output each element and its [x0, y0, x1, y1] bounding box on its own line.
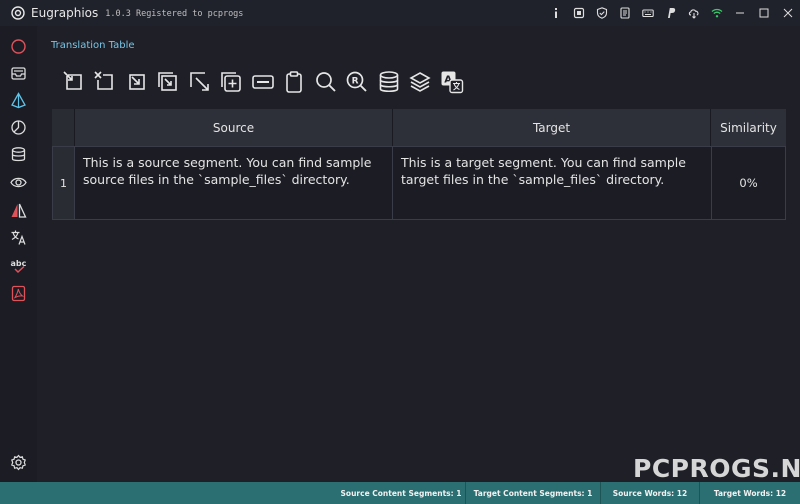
new-file-icon: [63, 71, 82, 90]
search-replace-icon: R: [346, 71, 367, 92]
translate-button[interactable]: A: [436, 67, 468, 97]
translate-icon: A: [441, 71, 463, 94]
database-button[interactable]: [373, 67, 405, 97]
sidebar-item-compare[interactable]: [0, 197, 37, 223]
document-icon[interactable]: [613, 0, 636, 26]
wifi-icon[interactable]: [705, 0, 728, 26]
status-bar: Source Content Segments: 1 Target Conten…: [0, 482, 800, 504]
export-button[interactable]: [184, 67, 216, 97]
settings-icon: [11, 454, 26, 470]
maximize-icon: [759, 8, 769, 18]
chart-pie-icon: [11, 119, 26, 135]
shield-check-icon[interactable]: [590, 0, 613, 26]
search-button[interactable]: [310, 67, 342, 97]
similarity-cell: 0%: [711, 146, 786, 220]
import-button[interactable]: [121, 67, 153, 97]
close-file-icon: [94, 71, 114, 90]
section-title: Translation Table: [51, 40, 135, 51]
target-cell[interactable]: This is a target segment. You can find s…: [392, 146, 712, 220]
sidebar-item-preview[interactable]: [0, 169, 37, 195]
sidebar-item-home[interactable]: [0, 33, 37, 59]
search-replace-button[interactable]: R: [342, 67, 374, 97]
app-title: Eugraphios: [31, 6, 99, 20]
app-logo-icon: [11, 6, 25, 20]
status-source-segments: Source Content Segments: 1: [340, 488, 462, 498]
sidebar-item-inbox[interactable]: [0, 60, 37, 86]
sidebar: abc: [0, 26, 37, 482]
paypal-icon[interactable]: [659, 0, 682, 26]
close-file-button[interactable]: [90, 67, 122, 97]
column-header-source[interactable]: Source: [75, 109, 393, 146]
add-segment-button[interactable]: [216, 67, 248, 97]
layers-icon: [409, 72, 431, 92]
merge-icon: [251, 75, 274, 89]
row-number-header: [52, 109, 75, 146]
sidebar-item-database[interactable]: [0, 141, 37, 167]
svg-text:abc: abc: [11, 259, 27, 268]
main-panel: Translation Table R A Source Target Simi…: [37, 26, 800, 482]
row-number: 1: [52, 146, 75, 220]
clipboard-button[interactable]: [279, 67, 311, 97]
inbox-icon: [11, 66, 26, 80]
minimize-icon: [736, 12, 744, 14]
status-target-words: Target Words: 12: [699, 482, 800, 504]
cloud-download-icon[interactable]: [682, 0, 705, 26]
translate-icon: [11, 230, 26, 245]
add-segment-icon: [221, 72, 242, 92]
sidebar-item-settings[interactable]: [0, 449, 37, 475]
sidebar-item-pdf[interactable]: [0, 280, 37, 306]
close-button[interactable]: [776, 0, 800, 26]
toolbar: R A: [58, 67, 468, 97]
table-row[interactable]: 1 This is a source segment. You can find…: [52, 146, 786, 220]
column-header-similarity[interactable]: Similarity: [711, 109, 786, 146]
maximize-button[interactable]: [752, 0, 776, 26]
watermark-text: PCPROGS.NET: [633, 454, 800, 483]
close-icon: [783, 8, 793, 18]
keyboard-icon[interactable]: [636, 0, 659, 26]
database-icon: [11, 146, 26, 161]
prism-icon: [11, 91, 26, 108]
source-cell[interactable]: This is a source segment. You can find s…: [74, 146, 394, 220]
column-header-target[interactable]: Target: [393, 109, 711, 146]
spellcheck-icon: abc: [11, 259, 27, 273]
eye-icon: [10, 177, 27, 187]
info-icon[interactable]: [544, 0, 567, 26]
new-file-button[interactable]: [58, 67, 90, 97]
minimize-button[interactable]: [728, 0, 752, 26]
export-icon: [189, 72, 209, 91]
clipboard-icon: [286, 71, 303, 93]
search-icon: [315, 72, 336, 92]
title-bar: Eugraphios 1.0.3 Registered to pcprogs: [0, 0, 800, 26]
sidebar-item-spellcheck[interactable]: abc: [0, 252, 37, 278]
sidebar-item-stats[interactable]: [0, 114, 37, 140]
table-header: Source Target Similarity: [52, 109, 786, 146]
sidebar-item-prism[interactable]: [0, 87, 37, 113]
merge-button[interactable]: [247, 67, 279, 97]
database-icon: [379, 71, 399, 93]
status-target-segments: Target Content Segments: 1: [465, 482, 600, 504]
status-source-words: Source Words: 12: [600, 482, 699, 504]
circle-icon: [11, 38, 26, 54]
import-multiple-icon: [158, 72, 178, 91]
import-multiple-button[interactable]: [153, 67, 185, 97]
app-version-text: 1.0.3 Registered to pcprogs: [105, 9, 244, 19]
sidebar-item-translate[interactable]: [0, 224, 37, 250]
import-icon: [128, 74, 145, 90]
cpu-icon[interactable]: [567, 0, 590, 26]
svg-text:R: R: [352, 76, 359, 86]
layers-button[interactable]: [405, 67, 437, 97]
pdf-icon: [11, 285, 26, 301]
compare-icon: [11, 203, 27, 218]
